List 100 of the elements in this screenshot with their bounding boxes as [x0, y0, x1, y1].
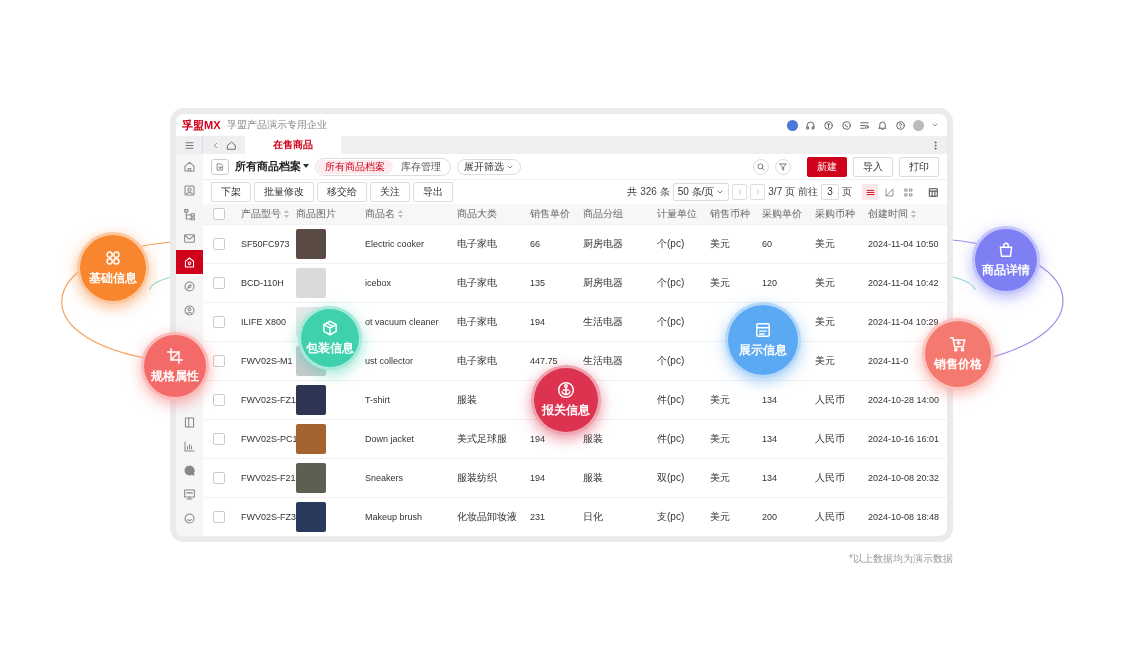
- print-button[interactable]: 打印: [899, 156, 939, 177]
- row-checkbox[interactable]: [213, 511, 225, 523]
- table-cell: 美元: [815, 315, 835, 329]
- column-header[interactable]: 创建时间: [864, 207, 947, 221]
- avatar[interactable]: [913, 119, 924, 131]
- table-cell: 个(pc): [657, 276, 685, 290]
- action-button[interactable]: 移交给: [317, 182, 367, 202]
- row-checkbox[interactable]: [213, 316, 225, 328]
- action-button[interactable]: 关注: [370, 182, 410, 202]
- phone-chat-icon[interactable]: [841, 119, 852, 131]
- table-cell: ot vacuum cleaner: [365, 317, 439, 327]
- sort-icon: [911, 210, 916, 218]
- table-cell: 双(pc): [657, 471, 685, 485]
- table-cell: 447.75: [530, 356, 558, 366]
- table-cell: Sneakers: [365, 473, 404, 483]
- page-indicator: 3/7 页: [768, 185, 795, 199]
- circle-t-icon[interactable]: [823, 119, 834, 131]
- column-header[interactable]: 商品名: [361, 207, 453, 221]
- table-cell: Electric cooker: [365, 239, 425, 249]
- table-cell: Down jacket: [365, 434, 415, 444]
- table-cell: 134: [762, 434, 778, 444]
- row-checkbox[interactable]: [213, 355, 225, 367]
- table-cell: 美元: [710, 393, 730, 407]
- table-cell: 人民币: [815, 510, 845, 524]
- page-input[interactable]: 3: [821, 184, 839, 200]
- anchor-icon: [557, 381, 575, 399]
- table-cell: 人民币: [815, 432, 845, 446]
- row-checkbox[interactable]: [213, 277, 225, 289]
- table-cell: 134: [762, 473, 778, 483]
- table-cell: 个(pc): [657, 315, 685, 329]
- row-checkbox[interactable]: [213, 238, 225, 250]
- table-cell: 服装: [583, 432, 603, 446]
- table-cell: 支(pc): [657, 510, 685, 524]
- bubble-label: 商品详情: [982, 262, 1030, 279]
- table-cell: 个(pc): [657, 237, 685, 251]
- bubble-label: 规格属性: [151, 368, 199, 385]
- select-all-checkbox[interactable]: [213, 208, 225, 220]
- column-header: 计量单位: [656, 207, 698, 221]
- table-cell: icebox: [365, 278, 391, 288]
- list-settings-icon[interactable]: [859, 119, 870, 131]
- table-cell: T-shirt: [365, 395, 390, 405]
- view-option[interactable]: 所有商品档案: [317, 159, 393, 174]
- goto-unit: 页: [842, 185, 852, 199]
- action-button[interactable]: 下架: [211, 182, 251, 202]
- import-button[interactable]: 导入: [853, 156, 893, 177]
- column-header[interactable]: 产品型号: [237, 207, 292, 221]
- home-icon[interactable]: [226, 139, 237, 151]
- view-title-dropdown[interactable]: 所有商品档案: [235, 159, 309, 174]
- new-button[interactable]: 新建: [807, 156, 847, 177]
- row-checkbox[interactable]: [213, 433, 225, 445]
- box-icon: [215, 161, 225, 172]
- table-cell: FWV02S-M1: [241, 356, 293, 366]
- action-button[interactable]: 导出: [413, 182, 453, 202]
- book-icon: [183, 415, 196, 429]
- help-icon[interactable]: [895, 119, 906, 131]
- table-cell: 人民币: [815, 393, 845, 407]
- sidebar-item[interactable]: [176, 250, 203, 274]
- page-size-select[interactable]: 50 条/页: [672, 183, 730, 201]
- table-cell: 231: [530, 512, 546, 522]
- column-settings-icon[interactable]: [928, 186, 939, 198]
- view-option[interactable]: 库存管理: [393, 159, 449, 174]
- archive-button[interactable]: [211, 158, 229, 175]
- menu-icon[interactable]: [183, 139, 195, 151]
- user-circle-icon: [183, 303, 196, 317]
- column-header: 商品大类: [456, 207, 498, 221]
- table-cell: 194: [530, 473, 546, 483]
- table-cell: 2024-10-28 14:00: [868, 395, 940, 405]
- home-icon: [183, 159, 196, 173]
- table-cell: 电子家电: [457, 276, 497, 290]
- table-cell: 电子家电: [457, 237, 497, 251]
- status-dot-icon[interactable]: [787, 119, 798, 131]
- table-cell: 2024-11-04 10:50: [868, 239, 939, 249]
- column-header: 商品图片: [295, 207, 337, 221]
- table-cell: FWV02S-PC1: [241, 434, 298, 444]
- org-chart-icon: [183, 207, 196, 221]
- window-icon: [754, 321, 772, 339]
- row-checkbox[interactable]: [213, 472, 225, 484]
- headset-icon[interactable]: [805, 119, 816, 131]
- table-cell: 134: [762, 395, 778, 405]
- table-cell: 美元: [815, 237, 835, 251]
- table-cell: 194: [530, 434, 546, 444]
- crop-icon: [166, 347, 184, 365]
- table-cell: 个(pc): [657, 354, 685, 368]
- tab[interactable]: 在售商品: [245, 136, 341, 154]
- column-header: 采购单价: [761, 207, 803, 221]
- contact-card-icon: [183, 183, 196, 197]
- shopping-bag-icon: [997, 241, 1015, 259]
- chevron-left-icon[interactable]: [211, 140, 220, 150]
- column-header: 销售币种: [709, 207, 751, 221]
- table-cell: 60: [762, 239, 772, 249]
- table-cell: 件(pc): [657, 432, 685, 446]
- action-button[interactable]: 批量修改: [254, 182, 314, 202]
- filter-icon: [778, 161, 788, 172]
- table-cell: Makeup brush: [365, 512, 423, 522]
- table-cell: 美元: [710, 510, 730, 524]
- package-icon: [321, 319, 339, 337]
- notification-icon[interactable]: [877, 119, 888, 131]
- table-cell: 服装: [457, 393, 477, 407]
- row-checkbox[interactable]: [213, 394, 225, 406]
- chevron-down-icon[interactable]: [931, 121, 939, 129]
